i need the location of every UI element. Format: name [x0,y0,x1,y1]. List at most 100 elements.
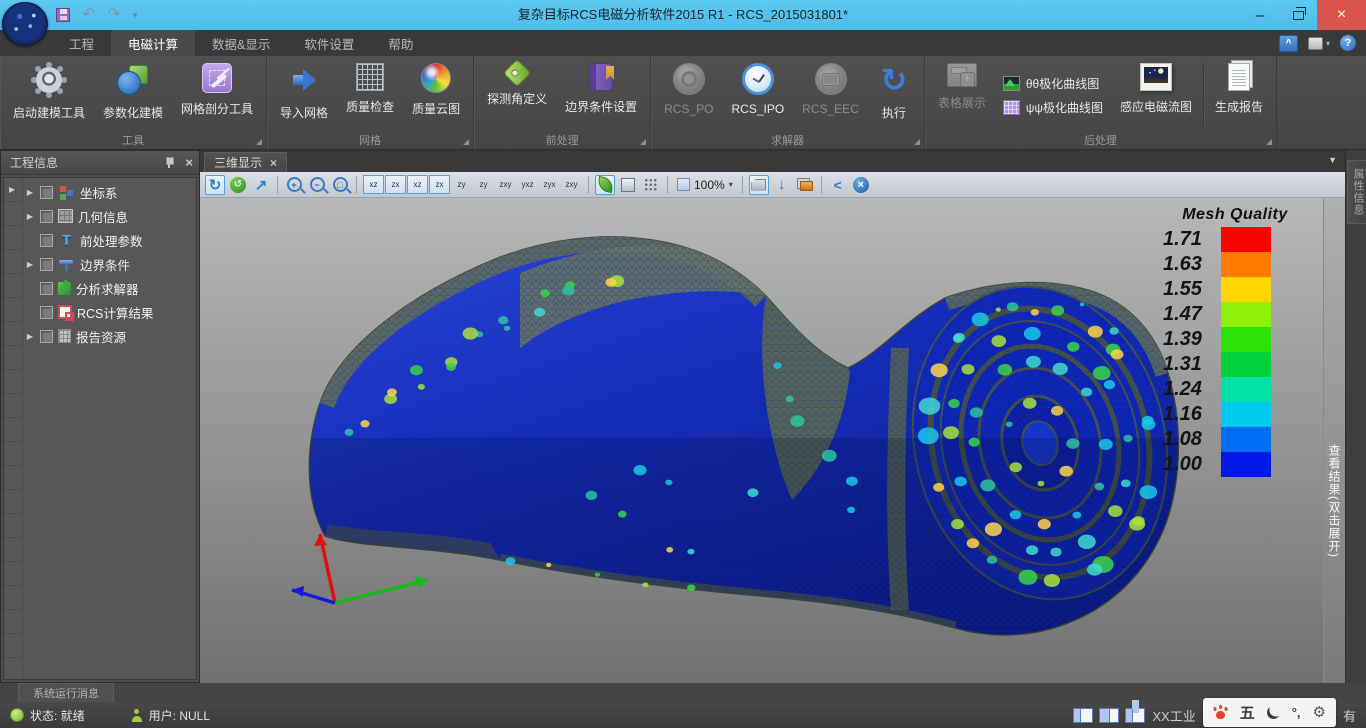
viewport-tool-button[interactable]: ↓ [772,175,792,195]
layout-toggle-button[interactable] [1073,708,1093,723]
viewport-tool-button[interactable] [356,176,357,194]
viewport-tool-button[interactable]: □ [330,175,350,195]
checkbox[interactable] [40,330,53,343]
pin-icon[interactable] [165,157,173,168]
viewport-tool-button[interactable]: × [851,175,871,195]
dialog-launcher-icon[interactable] [640,139,646,145]
ribbon-button[interactable]: RCS_PO [655,59,722,131]
viewport-tool-button[interactable] [667,176,668,194]
layout-toggle-button[interactable] [1099,708,1119,723]
ime-halfmoon-icon[interactable] [1267,706,1280,719]
menu-tab[interactable]: 软件设置 [287,30,371,56]
ribbon-button[interactable]: 质量检查 [337,59,403,131]
ribbon-button[interactable]: RCS_EEC [793,59,868,131]
restore-button[interactable] [1279,0,1317,30]
ribbon-button[interactable]: ↻ 执行 [868,59,920,131]
viewport-tool-button[interactable] [595,175,615,195]
properties-panel-tab[interactable]: 属性信息 [1347,160,1366,224]
tree-item[interactable]: 分析求解器 [23,276,196,300]
minimize-button[interactable]: – [1241,0,1279,30]
ribbon-button[interactable]: 参数化建模 [94,59,172,131]
view-orientation-button[interactable]: zyx [539,175,560,194]
checkbox[interactable] [40,282,53,295]
expander-icon[interactable] [25,188,35,197]
viewport-tool-button[interactable] [749,175,769,195]
view-orientation-button[interactable]: zy [451,175,472,194]
device-menu[interactable]: ▾ [1308,37,1330,50]
ribbon-button[interactable]: 探测角定义 [478,59,556,131]
tree-item[interactable]: 报告资源 [23,324,196,348]
dialog-launcher-icon[interactable] [463,139,469,145]
app-logo-icon[interactable] [2,2,48,46]
menu-tab[interactable]: 数据&显示 [195,30,287,56]
ribbon-button[interactable]: 感应电磁流图 [1111,59,1201,131]
collapsed-results-panel[interactable]: 查看结果(双击展开) [1323,198,1345,683]
ribbon-button[interactable]: RCS_IPO [722,59,793,131]
ribbon-button[interactable]: 表格展示 [929,59,995,131]
ribbon-small-button[interactable]: θθ极化曲线图 [1003,75,1103,92]
tree-item[interactable]: 坐标系 [23,180,196,204]
ribbon-button[interactable]: 导入网格 [271,59,337,131]
ribbon-button[interactable]: 生成报告 [1206,59,1272,131]
layout-toggle-button[interactable] [1125,708,1145,723]
viewport-tab[interactable]: 三维显示 × [204,152,287,172]
view-orientation-button[interactable]: zx [429,175,450,194]
checkbox[interactable] [40,210,53,223]
help-icon[interactable]: ? [1340,35,1356,51]
viewport-tool-button[interactable]: − [307,175,327,195]
ime-punctuation-toggle[interactable]: °, [1292,705,1301,720]
ribbon-button[interactable]: 启动建模工具 [4,59,94,131]
tab-list-dropdown-icon[interactable]: ▼ [1328,155,1337,165]
menu-tab[interactable]: 电磁计算 [111,30,195,56]
tree-item[interactable]: RCS计算结果 [23,300,196,324]
ribbon-button[interactable]: 边界条件设置 [556,59,646,131]
viewport-tool-button[interactable] [277,176,278,194]
ime-logo-paw-icon[interactable] [1213,705,1228,719]
dialog-launcher-icon[interactable] [914,139,920,145]
view-orientation-button[interactable]: zx [385,175,406,194]
ime-settings-gear-icon[interactable]: ⚙ [1313,703,1326,721]
dialog-launcher-icon[interactable] [256,139,262,145]
ribbon-small-button[interactable]: ψψ极化曲线图 [1003,99,1103,116]
tab-close-icon[interactable]: × [270,156,277,170]
system-message-tab[interactable]: 系统运行消息 [18,683,114,702]
mesh-model[interactable] [200,198,1323,683]
checkbox[interactable] [40,234,53,247]
ime-wubi-mode[interactable]: 五 [1240,702,1255,723]
viewport-tool-button[interactable]: < [828,175,848,195]
ribbon-button[interactable]: 质量云图 [403,59,469,131]
tree-item[interactable]: 前处理参数 [23,228,196,252]
view-orientation-button[interactable]: zy [473,175,494,194]
viewport-tool-button[interactable] [795,175,815,195]
checkbox[interactable] [40,306,53,319]
expander-icon[interactable] [25,212,35,221]
ime-toolbar[interactable]: 五 °, ⚙ [1203,698,1336,727]
viewport-tool-button[interactable] [588,176,589,194]
viewport-tool-button[interactable] [821,176,822,194]
view-orientation-button[interactable]: xz [407,175,428,194]
close-button[interactable]: × [1317,0,1366,30]
checkbox[interactable] [40,258,53,271]
menu-tab[interactable]: 工程 [52,30,111,56]
expander-icon[interactable] [25,332,35,341]
collapse-ribbon-icon[interactable]: ^ [1279,35,1298,52]
viewport-tool-button[interactable]: + [284,175,304,195]
view-orientation-button[interactable]: zxy [561,175,582,194]
dialog-launcher-icon[interactable] [1266,139,1272,145]
mesh-3d-canvas[interactable]: Mesh Quality 1.71 1.63 1.55 [200,198,1323,683]
view-orientation-button[interactable]: zxy [495,175,516,194]
viewport-tool-button[interactable]: ↗ [251,175,271,195]
chevron-down-icon[interactable]: ▾ [729,180,733,189]
viewport-tool-button[interactable] [618,175,638,195]
viewport-tool-button[interactable]: ↺ [228,175,248,195]
viewport-tool-button[interactable] [641,175,661,195]
view-orientation-button[interactable]: yxz [517,175,538,194]
viewport-tool-button[interactable] [742,176,743,194]
view-orientation-button[interactable]: xz [363,175,384,194]
close-icon[interactable]: × [185,157,193,169]
ribbon-button[interactable]: 网格剖分工具 [172,59,262,131]
viewport-tool-button[interactable]: ↻ [205,175,225,195]
tree-item[interactable]: 边界条件 [23,252,196,276]
expander-icon[interactable] [25,260,35,269]
menu-tab[interactable]: 帮助 [371,30,430,56]
